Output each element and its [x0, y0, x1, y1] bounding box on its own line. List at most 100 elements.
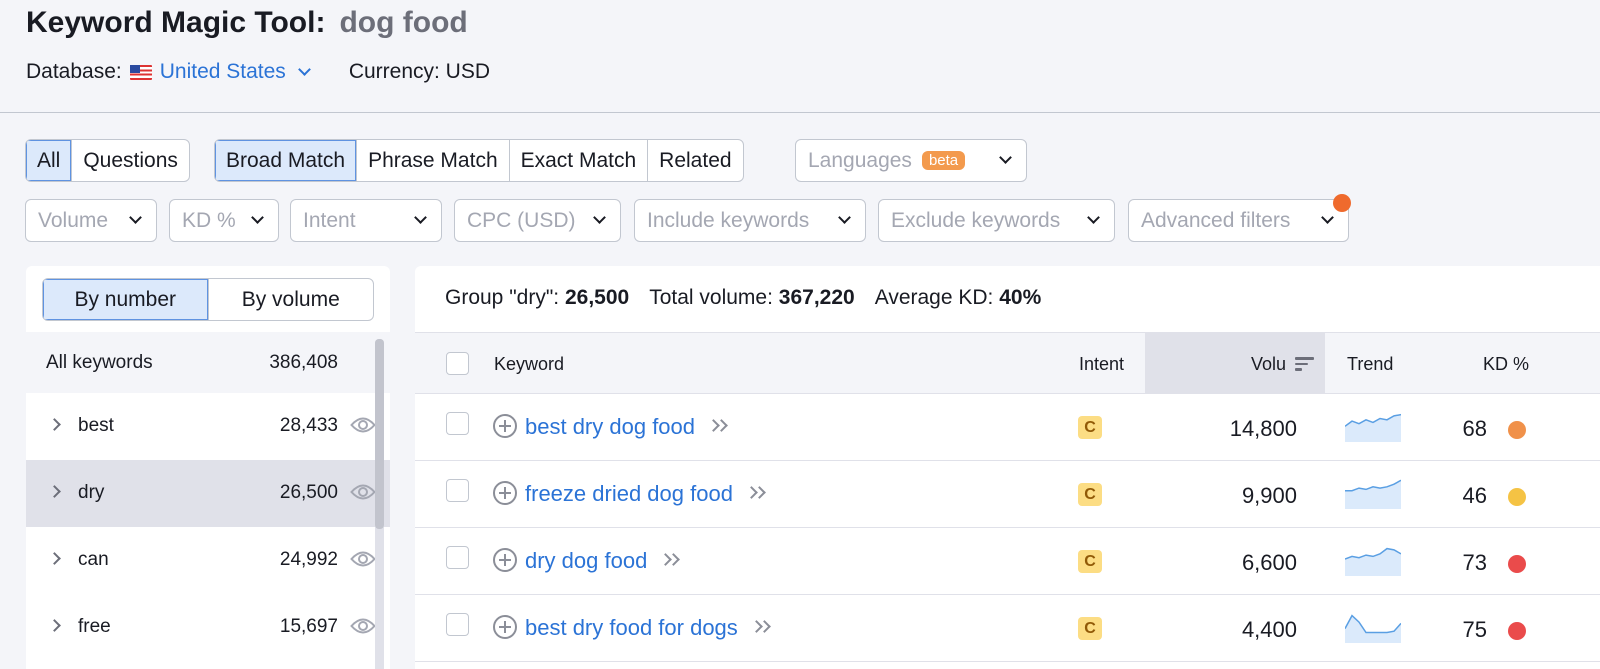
- group-total-stat: Group "dry": 26,500: [445, 286, 629, 310]
- all-keywords-row[interactable]: All keywords 386,408: [26, 332, 390, 393]
- advanced-filters[interactable]: Advanced filters: [1128, 199, 1349, 242]
- tab-all[interactable]: All: [26, 140, 72, 181]
- double-chevron-right-icon[interactable]: [745, 486, 767, 500]
- trend-sparkline: [1345, 547, 1401, 576]
- average-kd-value: 40%: [999, 286, 1042, 309]
- tab-broad-match[interactable]: Broad Match: [215, 140, 357, 181]
- intent-filter[interactable]: Intent: [290, 199, 442, 242]
- row-checkbox[interactable]: [446, 613, 469, 636]
- kd-indicator-dot: [1508, 421, 1526, 439]
- groups-scroll-thumb[interactable]: [375, 339, 384, 529]
- column-kd[interactable]: KD %: [1483, 354, 1529, 375]
- group-count: 26,500: [279, 482, 338, 503]
- add-to-list-icon[interactable]: [493, 481, 517, 505]
- chevron-down-icon[interactable]: [297, 63, 311, 76]
- page-header: Keyword Magic Tool: dog food Database: U…: [0, 0, 1600, 113]
- chevron-down-icon: [593, 211, 606, 224]
- keyword-text: best dry food for dogs: [525, 615, 738, 640]
- total-volume-stat: Total volume: 367,220: [649, 286, 855, 310]
- keyword-link[interactable]: dry dog food: [525, 548, 681, 574]
- chevron-right-icon[interactable]: [48, 552, 61, 565]
- exclude-keywords-filter[interactable]: Exclude keywords: [878, 199, 1115, 242]
- sort-descending-icon[interactable]: [1295, 357, 1314, 371]
- by-number-button[interactable]: By number: [43, 279, 208, 320]
- by-volume-button[interactable]: By volume: [207, 279, 374, 320]
- include-keywords-filter[interactable]: Include keywords: [634, 199, 866, 242]
- double-chevron-right-icon[interactable]: [659, 553, 681, 567]
- intent-badge: C: [1078, 483, 1102, 506]
- chevron-right-icon[interactable]: [48, 485, 61, 498]
- column-volume[interactable]: Volu: [1251, 354, 1286, 375]
- volume-value: 14,800: [1229, 416, 1297, 441]
- database-label: Database:: [26, 60, 122, 83]
- question-filter-group: All Questions: [25, 139, 190, 182]
- keyword-text: freeze dried dog food: [525, 481, 733, 506]
- chevron-right-icon[interactable]: [48, 619, 61, 632]
- tool-title: Keyword Magic Tool:: [26, 6, 326, 39]
- group-item-free[interactable]: free 15,697: [26, 594, 390, 661]
- kd-value: 75: [1462, 617, 1487, 642]
- group-total-value: 26,500: [564, 286, 630, 309]
- tab-phrase-match[interactable]: Phrase Match: [356, 140, 509, 181]
- trend-sparkline: [1345, 479, 1401, 509]
- keyword-link[interactable]: best dry food for dogs: [525, 615, 772, 641]
- database-selector[interactable]: United States: [160, 60, 286, 84]
- advanced-filters-label: Advanced filters: [1141, 208, 1291, 232]
- beta-badge: beta: [921, 151, 966, 170]
- intent-badge: C: [1078, 416, 1102, 439]
- chevron-down-icon: [1321, 211, 1334, 224]
- column-trend[interactable]: Trend: [1347, 354, 1393, 375]
- group-item-best[interactable]: best 28,433: [26, 393, 390, 460]
- add-to-list-icon[interactable]: [493, 414, 517, 438]
- intent-badge: C: [1078, 550, 1102, 573]
- column-keyword[interactable]: Keyword: [494, 354, 564, 375]
- kd-filter[interactable]: KD %: [169, 199, 279, 242]
- kd-value: 68: [1462, 416, 1487, 441]
- kd-indicator-dot: [1508, 622, 1526, 640]
- trend-area: [1345, 414, 1401, 442]
- row-checkbox[interactable]: [446, 546, 469, 569]
- intent-badge: C: [1078, 617, 1102, 640]
- column-intent[interactable]: Intent: [1079, 354, 1124, 375]
- add-to-list-icon[interactable]: [493, 615, 517, 639]
- intent-filter-label: Intent: [303, 208, 356, 232]
- double-chevron-right-icon[interactable]: [707, 419, 729, 433]
- page-title: Keyword Magic Tool: dog food: [26, 6, 468, 40]
- volume-filter[interactable]: Volume: [25, 199, 157, 242]
- keyword-link[interactable]: freeze dried dog food: [525, 481, 767, 507]
- eye-icon[interactable]: [350, 616, 376, 636]
- keyword-groups-panel: By number By volume All keywords 386,408…: [26, 266, 390, 669]
- double-chevron-right-icon[interactable]: [749, 620, 772, 634]
- group-name: can: [78, 549, 109, 570]
- seed-keyword: dog food: [339, 6, 468, 39]
- keyword-link[interactable]: best dry dog food: [525, 414, 729, 440]
- languages-label: Languages: [808, 148, 912, 172]
- eye-icon[interactable]: [350, 549, 376, 569]
- average-kd-label: Average KD:: [874, 286, 994, 309]
- select-all-checkbox[interactable]: [446, 352, 469, 375]
- add-to-list-icon[interactable]: [493, 548, 517, 572]
- kd-indicator-dot: [1508, 555, 1526, 573]
- volume-value: 4,400: [1241, 617, 1297, 642]
- us-flag-icon: [129, 64, 152, 80]
- row-checkbox[interactable]: [446, 479, 469, 502]
- total-volume-label: Total volume:: [649, 286, 773, 309]
- group-name: free: [78, 616, 111, 637]
- languages-dropdown[interactable]: Languages beta: [795, 139, 1027, 182]
- table-row: dry dog food C 6,600 73: [415, 528, 1600, 595]
- cpc-filter[interactable]: CPC (USD): [454, 199, 621, 242]
- group-item-can[interactable]: can 24,992: [26, 527, 390, 594]
- tab-questions[interactable]: Questions: [71, 140, 189, 181]
- tab-exact-match[interactable]: Exact Match: [508, 140, 648, 181]
- chevron-down-icon: [251, 211, 264, 224]
- table-header: Keyword Intent Volu Trend KD %: [415, 332, 1600, 394]
- chevron-right-icon[interactable]: [48, 418, 61, 431]
- eye-icon[interactable]: [350, 415, 376, 435]
- eye-icon[interactable]: [350, 482, 376, 502]
- chevron-down-icon: [999, 151, 1012, 164]
- chevron-down-icon: [129, 211, 142, 224]
- row-checkbox[interactable]: [446, 412, 469, 435]
- group-item-dry[interactable]: dry 26,500: [26, 460, 390, 527]
- tab-related[interactable]: Related: [647, 140, 742, 181]
- group-count: 24,992: [279, 549, 338, 570]
